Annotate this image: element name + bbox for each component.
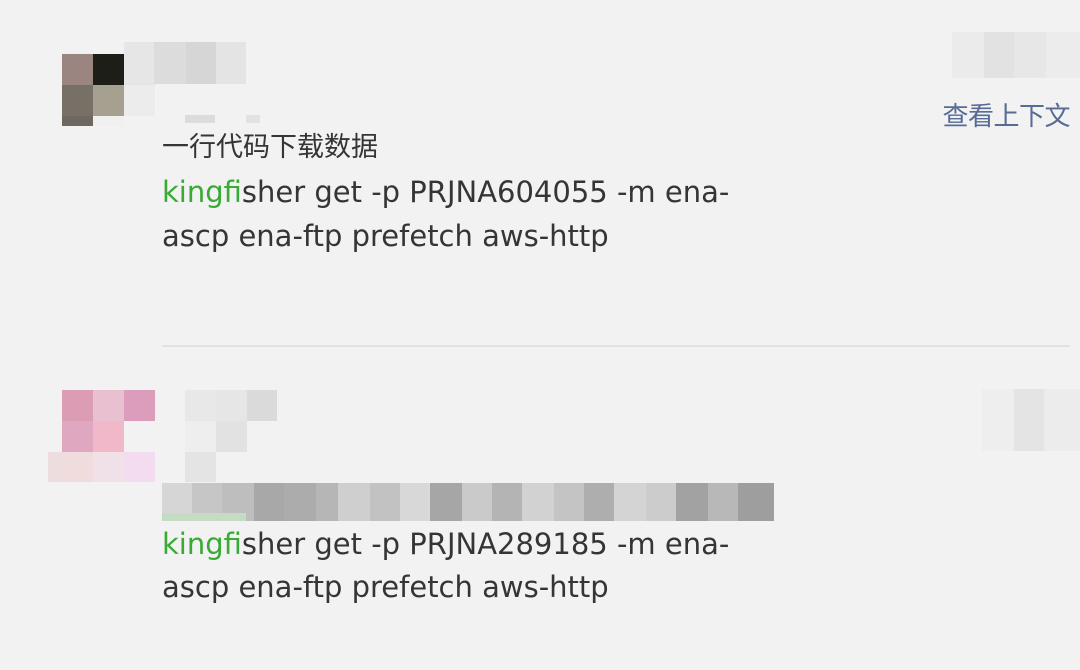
timestamp-blurred — [982, 389, 1080, 451]
username-blurred — [185, 390, 277, 421]
comment-item: kingfisher get -p PRJNA289185 -m ena- as… — [0, 347, 1080, 670]
code-line: kingfisher get -p PRJNA289185 -m ena- — [162, 522, 729, 566]
meta-blurred — [185, 452, 216, 482]
caption-blurred-tint — [162, 513, 246, 521]
meta-blurred — [185, 421, 247, 452]
message-caption: 一行代码下载数据 — [162, 132, 378, 163]
meta-blurred — [246, 115, 260, 123]
code-line: ascp ena-ftp prefetch aws-http — [162, 570, 609, 604]
timestamp-blurred — [952, 32, 1080, 78]
avatar-edge-blurred — [48, 452, 62, 482]
highlighted-keyword: kingfi — [162, 175, 242, 209]
avatar[interactable] — [62, 390, 155, 482]
caption-blurred — [162, 483, 774, 521]
code-line: ascp ena-ftp prefetch aws-http — [162, 219, 609, 253]
code-text: sher get -p PRJNA289185 -m ena- — [241, 527, 730, 561]
username-blurred — [124, 42, 246, 84]
code-line: kingfisher get -p PRJNA604055 -m ena- — [162, 170, 729, 214]
code-text: sher get -p PRJNA604055 -m ena- — [241, 175, 730, 209]
meta-blurred — [185, 115, 215, 123]
view-context-link[interactable]: 查看上下文 — [942, 96, 1070, 133]
highlighted-keyword: kingfi — [162, 527, 242, 561]
comment-item: 查看上下文 一行代码下载数据 kingfisher get -p PRJNA60… — [0, 0, 1080, 345]
